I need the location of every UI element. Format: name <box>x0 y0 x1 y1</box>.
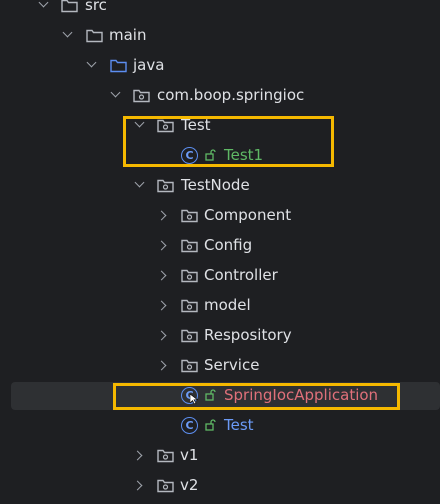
chevron-right-icon[interactable] <box>132 480 143 491</box>
tree-row-main[interactable]: main <box>0 22 440 50</box>
chevron-right-icon[interactable] <box>156 270 167 281</box>
chevron-down-icon[interactable] <box>38 0 49 8</box>
tree-row-v1[interactable]: v1 <box>0 442 440 470</box>
tree-label-testnode: TestNode <box>181 176 250 194</box>
tree-row-testnode[interactable]: TestNode <box>0 172 440 200</box>
chevron-down-icon[interactable] <box>62 27 73 38</box>
folder-icon <box>86 29 103 43</box>
tree-row-test-class[interactable]: C Test <box>0 412 440 440</box>
tree-label-java: java <box>133 56 165 74</box>
tree-row-src[interactable]: src <box>0 0 440 20</box>
class-icon: C <box>181 417 198 434</box>
tree-label-config: Config <box>204 236 253 254</box>
tree-label-v1: v1 <box>180 446 199 464</box>
package-icon <box>181 359 198 373</box>
chevron-right-icon[interactable] <box>156 240 167 251</box>
tree-label-controller: Controller <box>204 266 278 284</box>
tree-row-java[interactable]: java <box>0 52 440 80</box>
tree-label-test-class: Test <box>224 416 254 434</box>
package-icon <box>181 209 198 223</box>
package-icon <box>181 269 198 283</box>
tree-row-component[interactable]: Component <box>0 202 440 230</box>
tree-label-component: Component <box>204 206 292 224</box>
unlock-icon <box>205 419 216 431</box>
tree-label-model: model <box>204 296 251 314</box>
tree-label-src: src <box>85 0 107 14</box>
package-icon <box>181 329 198 343</box>
source-folder-icon <box>110 59 127 73</box>
highlight-box-test <box>123 116 334 167</box>
tree-label-main: main <box>109 26 147 44</box>
package-icon <box>181 299 198 313</box>
package-icon <box>157 449 174 463</box>
folder-icon <box>61 0 78 13</box>
chevron-right-icon[interactable] <box>156 330 167 341</box>
tree-label-respository: Respository <box>204 326 292 344</box>
tree-row-controller[interactable]: Controller <box>0 262 440 290</box>
chevron-right-icon[interactable] <box>156 210 167 221</box>
chevron-right-icon[interactable] <box>156 300 167 311</box>
chevron-down-icon[interactable] <box>86 57 97 68</box>
package-icon <box>133 89 150 103</box>
tree-label-service: Service <box>204 356 260 374</box>
tree-label-v2: v2 <box>180 476 199 494</box>
chevron-down-icon[interactable] <box>134 177 145 188</box>
chevron-right-icon[interactable] <box>132 450 143 461</box>
chevron-right-icon[interactable] <box>156 360 167 371</box>
tree-row-service[interactable]: Service <box>0 352 440 380</box>
tree-row-package[interactable]: com.boop.springioc <box>0 82 440 110</box>
tree-row-respository[interactable]: Respository <box>0 322 440 350</box>
package-icon <box>157 479 174 493</box>
package-icon <box>157 179 174 193</box>
chevron-down-icon[interactable] <box>110 87 121 98</box>
highlight-box-application <box>113 383 400 410</box>
tree-row-model[interactable]: model <box>0 292 440 320</box>
tree-label-package: com.boop.springioc <box>157 86 305 104</box>
tree-row-config[interactable]: Config <box>0 232 440 260</box>
cursor-icon <box>190 394 198 404</box>
tree-row-v2[interactable]: v2 <box>0 472 440 500</box>
package-icon <box>181 239 198 253</box>
project-tree: src main java com.boop.springioc Test C … <box>0 0 440 504</box>
